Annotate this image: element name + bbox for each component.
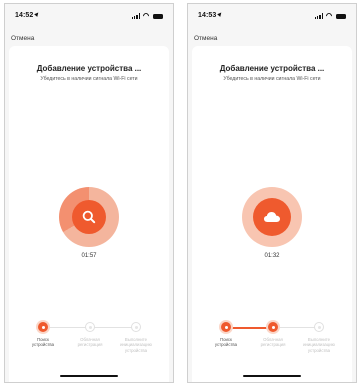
step-label-1: Поиск устройства [31,337,55,348]
pairing-card: Добавление устройства ... Убедитесь в на… [9,46,169,382]
pairing-card: Добавление устройства ... Убедитесь в на… [192,46,352,382]
step-label-3: Выполните инициализацию устройства [120,337,152,353]
battery-icon [153,13,163,19]
step-label-1: Поиск устройства [214,337,238,348]
phone-screen-left: 14:52 Отмена Добавление устройства ... У… [4,3,174,383]
wifi-icon [143,13,150,19]
step-label-3: Выполните инициализацию устройства [303,337,335,353]
progress-steps: Поиск устройства Облачная регистрация Вы… [9,322,169,362]
status-bar: 14:52 [5,4,173,26]
phone-screen-right: 14:53 Отмена Добавление устройства ... У… [187,3,357,383]
status-time: 14:53 [198,11,224,19]
step-dot-2 [85,322,95,332]
step-track-active [226,327,273,329]
step-dot-1 [221,322,231,332]
progress-ring [59,187,119,247]
page-title: Добавление устройства ... [219,64,325,73]
step-dot-3 [314,322,324,332]
cellular-signal-icon [131,13,140,19]
cellular-signal-icon [314,13,323,19]
search-icon [82,210,96,224]
step-dot-3 [131,322,141,332]
step-label-2: Облачная регистрация [77,337,103,348]
search-badge [72,200,106,234]
location-arrow-icon [217,11,224,17]
home-indicator [60,374,118,377]
countdown-timer: 01:32 [264,253,280,259]
status-time: 14:52 [15,11,41,19]
step-dot-1 [38,322,48,332]
home-indicator [243,374,301,377]
location-arrow-icon [34,11,41,17]
wifi-icon [326,13,333,19]
progress-steps: Поиск устройства Облачная регистрация Вы… [192,322,352,362]
cancel-button[interactable]: Отмена [11,35,34,42]
page-subtitle: Убедитесь в наличии сигнала Wi-Fi сети [223,76,321,82]
page-subtitle: Убедитесь в наличии сигнала Wi-Fi сети [40,76,138,82]
step-dot-2 [268,322,278,332]
status-bar: 14:53 [188,4,356,26]
countdown-timer: 01:57 [81,253,97,259]
cloud-badge [253,198,291,236]
cancel-button[interactable]: Отмена [194,35,217,42]
cloud-icon [264,212,280,222]
progress-ring [242,187,302,247]
page-title: Добавление устройства ... [36,64,142,73]
battery-icon [336,13,346,19]
step-label-2: Облачная регистрация [260,337,286,348]
